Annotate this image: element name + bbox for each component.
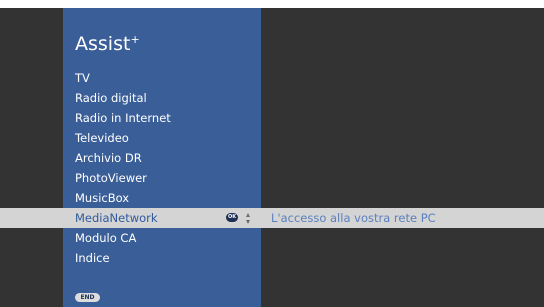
arrow-down-icon bbox=[246, 220, 250, 224]
menu-item-radio-digital[interactable]: Radio digital bbox=[0, 88, 544, 108]
menu-title-superscript: + bbox=[130, 33, 140, 46]
menu-item-label: Radio in Internet bbox=[75, 111, 171, 125]
menu-item-label: Televideo bbox=[75, 131, 129, 145]
arrow-up-icon bbox=[246, 213, 250, 217]
menu-title-text: Assist bbox=[75, 33, 131, 55]
menu-item-label: Indice bbox=[75, 251, 110, 265]
menu-item-label: Modulo CA bbox=[75, 231, 137, 245]
menu-item-musicbox[interactable]: MusicBox bbox=[0, 188, 544, 208]
tv-screen: Assist+ TV Radio digital Radio in Intern… bbox=[0, 8, 544, 307]
selected-item-description: L'accesso alla vostra rete PC bbox=[271, 211, 436, 225]
menu-item-indice[interactable]: Indice bbox=[0, 248, 544, 268]
menu-item-radio-in-internet[interactable]: Radio in Internet bbox=[0, 108, 544, 128]
menu-item-modulo-ca[interactable]: Modulo CA bbox=[0, 228, 544, 248]
menu-item-label: Archivio DR bbox=[75, 151, 142, 165]
menu-item-medianetwork[interactable]: MediaNetwork OK L'accesso alla vostra re… bbox=[0, 208, 544, 228]
ok-button-icon: OK bbox=[226, 213, 238, 222]
menu-item-label: TV bbox=[75, 71, 90, 85]
menu-list: TV Radio digital Radio in Internet Telev… bbox=[0, 68, 544, 268]
menu-item-archivio-dr[interactable]: Archivio DR bbox=[0, 148, 544, 168]
menu-item-label: PhotoViewer bbox=[75, 171, 147, 185]
end-button-icon[interactable]: END bbox=[75, 293, 100, 302]
menu-item-label: Radio digital bbox=[75, 91, 147, 105]
menu-item-label: MediaNetwork bbox=[75, 211, 158, 225]
menu-item-photoviewer[interactable]: PhotoViewer bbox=[0, 168, 544, 188]
menu-title: Assist+ bbox=[75, 28, 140, 56]
up-down-arrows-icon bbox=[244, 210, 252, 226]
menu-item-televideo[interactable]: Televideo bbox=[0, 128, 544, 148]
menu-item-tv[interactable]: TV bbox=[0, 68, 544, 88]
menu-item-label: MusicBox bbox=[75, 191, 130, 205]
